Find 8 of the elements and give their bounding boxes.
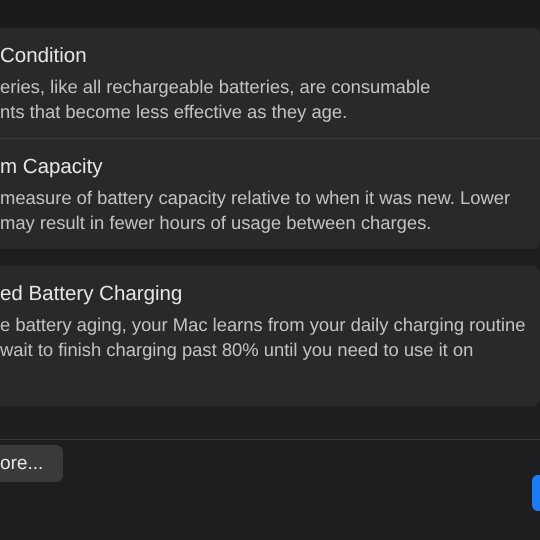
section-description: eries, like all rechargeable batteries, are consumable nts that become less effective as they age. xyxy=(0,75,432,124)
learn-more-button[interactable]: ore... xyxy=(0,445,64,482)
section-title: m Capacity xyxy=(0,155,104,179)
section-title: Condition xyxy=(0,44,88,68)
section-description: e battery aging, your Mac learns from your daily charging routine wait to finish charging past 80% until you need to use it on xyxy=(0,313,526,362)
section-title: ed Battery Charging xyxy=(0,282,184,306)
section-description: measure of battery capacity relative to when it was new. Lower may result in fewer hours of usage between charges. xyxy=(0,186,512,235)
primary-button[interactable] xyxy=(532,475,540,511)
